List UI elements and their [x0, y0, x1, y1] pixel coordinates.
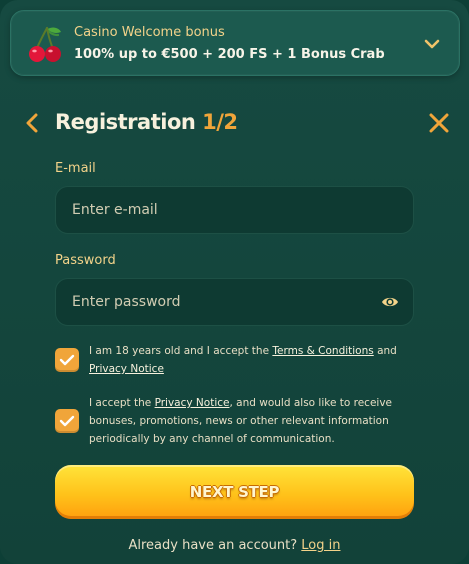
next-step-label: NEXT STEP [189, 483, 280, 501]
password-label: Password [55, 253, 116, 268]
consent-text: I accept the [89, 397, 155, 409]
password-field[interactable] [56, 279, 413, 325]
privacy-notice-link[interactable]: Privacy Notice [89, 363, 164, 375]
email-field-container [55, 186, 414, 234]
age-terms-consent-text: I am 18 years old and I accept the Terms… [89, 342, 399, 378]
consent-text: I am 18 years old and I accept the [89, 345, 273, 357]
check-icon [59, 354, 75, 366]
password-field-container [55, 278, 414, 326]
marketing-consent-text: I accept the Privacy Notice, and would a… [89, 394, 399, 448]
consent-text: and [373, 345, 397, 357]
close-icon[interactable] [428, 112, 450, 134]
page-title-text: Registration [55, 110, 196, 134]
marketing-consent-checkbox[interactable] [55, 409, 79, 433]
bonus-description: 100% up to €500 + 200 FS + 1 Bonus Crab [74, 47, 385, 62]
login-link[interactable]: Log in [301, 538, 340, 553]
check-icon [59, 415, 75, 427]
next-step-button[interactable]: NEXT STEP [55, 465, 414, 519]
login-prompt-text: Already have an account? [128, 538, 298, 553]
registration-modal: Casino Welcome bonus 100% up to €500 + 2… [0, 0, 469, 564]
page-title: Registration 1/2 [55, 110, 238, 134]
chevron-left-icon[interactable] [22, 112, 42, 134]
age-terms-checkbox[interactable] [55, 348, 79, 372]
step-indicator: 1/2 [202, 110, 238, 134]
login-prompt: Already have an account? Log in [0, 538, 469, 553]
welcome-bonus-banner[interactable]: Casino Welcome bonus 100% up to €500 + 2… [10, 10, 460, 76]
terms-conditions-link[interactable]: Terms & Conditions [272, 345, 373, 357]
email-label: E-mail [55, 161, 96, 176]
eye-icon[interactable] [381, 294, 399, 310]
privacy-notice-link[interactable]: Privacy Notice [155, 397, 230, 409]
bonus-title: Casino Welcome bonus [74, 25, 225, 40]
cherry-icon [29, 26, 61, 62]
chevron-down-icon[interactable] [423, 35, 441, 53]
email-field[interactable] [56, 187, 413, 233]
